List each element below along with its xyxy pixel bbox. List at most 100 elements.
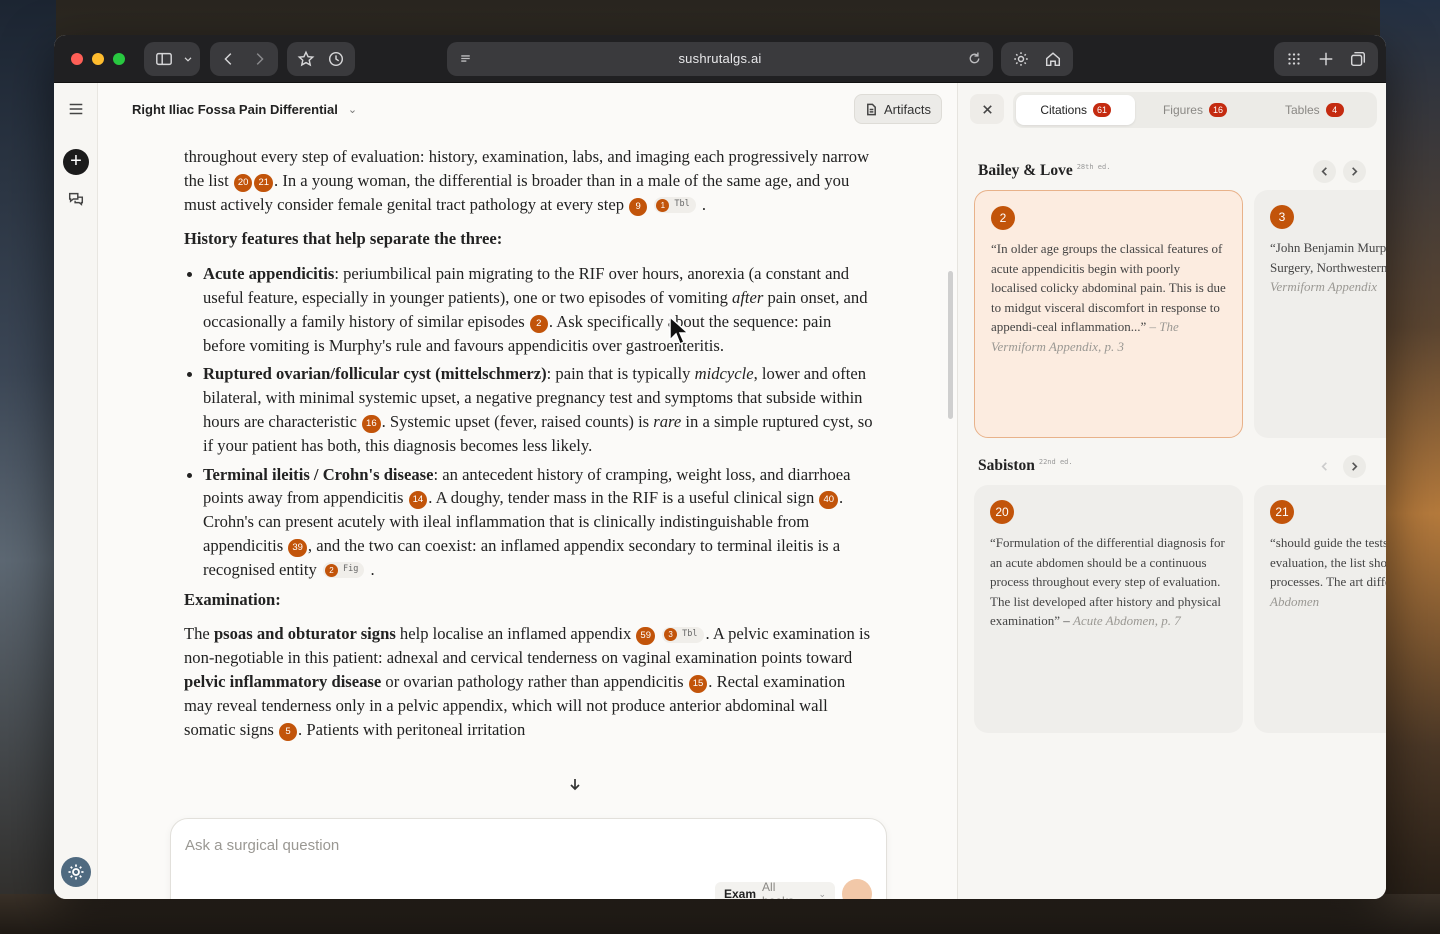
question-input[interactable] xyxy=(185,837,785,854)
close-panel-button[interactable] xyxy=(970,94,1004,124)
book-heading: Bailey & Love 28th ed. xyxy=(978,162,1110,180)
arrow-down-icon xyxy=(570,779,580,791)
settings-icon xyxy=(1014,52,1028,66)
citation-marker[interactable]: 15 xyxy=(688,674,708,693)
citation-marker[interactable]: 40 xyxy=(819,491,839,510)
citation-marker[interactable]: 9 xyxy=(629,197,648,216)
account-settings-button[interactable] xyxy=(61,857,91,887)
bookmark-button[interactable] xyxy=(293,46,319,72)
citation-quote: “Formulation of the differential diagnos… xyxy=(990,533,1227,631)
forward-icon xyxy=(256,53,264,65)
book-edition: 28th ed. xyxy=(1076,163,1111,171)
emphasis: after xyxy=(732,287,764,307)
prev-button[interactable] xyxy=(1313,160,1336,183)
citation-number: 20 xyxy=(990,500,1014,524)
text-run: The xyxy=(184,624,214,644)
address-bar[interactable]: sushrutalgs.ai xyxy=(447,42,993,76)
chip-number: 1 xyxy=(656,198,670,212)
assistant-answer: throughout every step of evaluation: his… xyxy=(184,145,874,752)
history-button[interactable] xyxy=(323,46,349,72)
section-heading: History features that help separate the … xyxy=(184,229,503,249)
composer: Exam All books ⌄ xyxy=(170,818,887,899)
zoom-window-button[interactable] xyxy=(113,53,125,65)
reload-icon[interactable] xyxy=(966,50,983,72)
send-button[interactable] xyxy=(842,879,872,899)
menu-button[interactable] xyxy=(64,97,88,121)
tab-tables[interactable]: Tables 4 xyxy=(1255,95,1374,125)
figure-reference-chip[interactable]: 2 Fig xyxy=(322,562,365,579)
back-button[interactable] xyxy=(216,46,242,72)
book-title: Bailey & Love xyxy=(978,162,1073,179)
tab-label: Tables xyxy=(1284,103,1320,117)
settings-button[interactable] xyxy=(1007,46,1035,72)
site-group xyxy=(1001,42,1073,76)
tab-figures[interactable]: Figures 16 xyxy=(1135,95,1254,125)
carousel-nav xyxy=(1313,160,1366,183)
emphasis: midcycle xyxy=(694,364,754,384)
citation-marker[interactable]: 20 xyxy=(233,173,253,192)
tab-citations[interactable]: Citations 61 xyxy=(1016,95,1136,125)
book-edition: 22nd ed. xyxy=(1038,458,1073,466)
next-button[interactable] xyxy=(1343,455,1366,478)
table-reference-chip[interactable]: 3 Tbl xyxy=(662,626,704,643)
citation-marker[interactable]: 14 xyxy=(408,491,428,510)
answer-paragraph: throughout every step of evaluation: his… xyxy=(184,145,874,216)
mode-selector[interactable]: Exam All books ⌄ xyxy=(715,880,835,899)
emphasis: rare xyxy=(653,411,682,431)
scrollbar-thumb[interactable] xyxy=(948,271,953,419)
table-reference-chip[interactable]: 1 Tbl xyxy=(654,197,696,214)
mouse-pointer-icon xyxy=(669,316,690,346)
scroll-to-bottom-button[interactable] xyxy=(564,773,586,795)
term: Terminal ileitis / Crohn's disease xyxy=(203,464,434,484)
list-item: Terminal ileitis / Crohn's disease: an a… xyxy=(184,463,874,582)
chats-icon xyxy=(68,192,84,206)
citation-quote: “John Benjamin Murphy, Professor of Surg… xyxy=(1270,238,1386,297)
book-heading: Sabiston 22nd ed. xyxy=(978,457,1073,475)
citation-marker[interactable]: 59 xyxy=(636,627,655,646)
forward-button[interactable] xyxy=(246,46,272,72)
section-heading: Examination: xyxy=(184,589,281,609)
chevron-down-icon[interactable] xyxy=(182,53,194,65)
tab-overview-button[interactable] xyxy=(1344,46,1372,72)
citation-card[interactable]: 3 “John Benjamin Murphy, Professor of Su… xyxy=(1254,190,1386,438)
home-button[interactable] xyxy=(1039,46,1067,72)
sidebar-toggle-button[interactable] xyxy=(150,46,178,72)
count-badge: 4 xyxy=(1325,103,1344,117)
desktop-wallpaper-left xyxy=(0,0,56,934)
chevron-left-icon xyxy=(1321,462,1327,471)
prev-button[interactable] xyxy=(1313,455,1336,478)
book-title: Sabiston xyxy=(978,457,1035,474)
chat-title-dropdown[interactable]: Right Iliac Fossa Pain Differential ⌄ xyxy=(132,102,357,117)
grid-button[interactable] xyxy=(1280,46,1308,72)
close-window-button[interactable] xyxy=(71,53,83,65)
minimize-window-button[interactable] xyxy=(92,53,104,65)
citation-card[interactable]: 21 “should guide the tests you order. By… xyxy=(1254,485,1386,733)
chats-button[interactable] xyxy=(64,187,88,211)
citation-marker[interactable]: 21 xyxy=(254,173,274,192)
citation-marker[interactable]: 5 xyxy=(279,722,298,741)
term: Acute appendicitis xyxy=(203,264,335,284)
new-tab-button[interactable] xyxy=(1312,46,1340,72)
list-item: Ruptured ovarian/follicular cyst (mittel… xyxy=(184,362,874,457)
window-controls xyxy=(71,53,125,65)
star-icon xyxy=(297,50,315,67)
new-chat-icon[interactable]: + xyxy=(63,149,89,175)
chat-main: Right Iliac Fossa Pain Differential ⌄ Ar… xyxy=(98,83,956,899)
history-icon xyxy=(328,51,344,67)
citation-quote: “In older age groups the classical featu… xyxy=(991,239,1226,356)
text-run: . Systemic upset (fever, raised counts) … xyxy=(381,411,654,431)
home-icon xyxy=(1045,52,1061,67)
url-text: sushrutalgs.ai xyxy=(678,51,762,66)
citation-marker[interactable]: 39 xyxy=(288,538,307,557)
artifacts-button[interactable]: Artifacts xyxy=(854,94,942,124)
chevron-down-icon: ⌄ xyxy=(347,104,358,116)
citation-card[interactable]: 2 “In older age groups the classical fea… xyxy=(974,190,1243,438)
browser-toolbar: sushrutalgs.ai xyxy=(54,35,1386,83)
citation-marker[interactable]: 2 xyxy=(529,314,548,333)
panel-tabs: Citations 61 Figures 16 Tables 4 xyxy=(1013,92,1377,128)
citation-card[interactable]: 20 “Formulation of the differential diag… xyxy=(974,485,1243,733)
chevron-down-icon: ⌄ xyxy=(818,888,826,899)
quote-text: “In older age groups the classical featu… xyxy=(991,241,1226,334)
citation-marker[interactable]: 16 xyxy=(362,414,381,433)
next-button[interactable] xyxy=(1343,160,1366,183)
